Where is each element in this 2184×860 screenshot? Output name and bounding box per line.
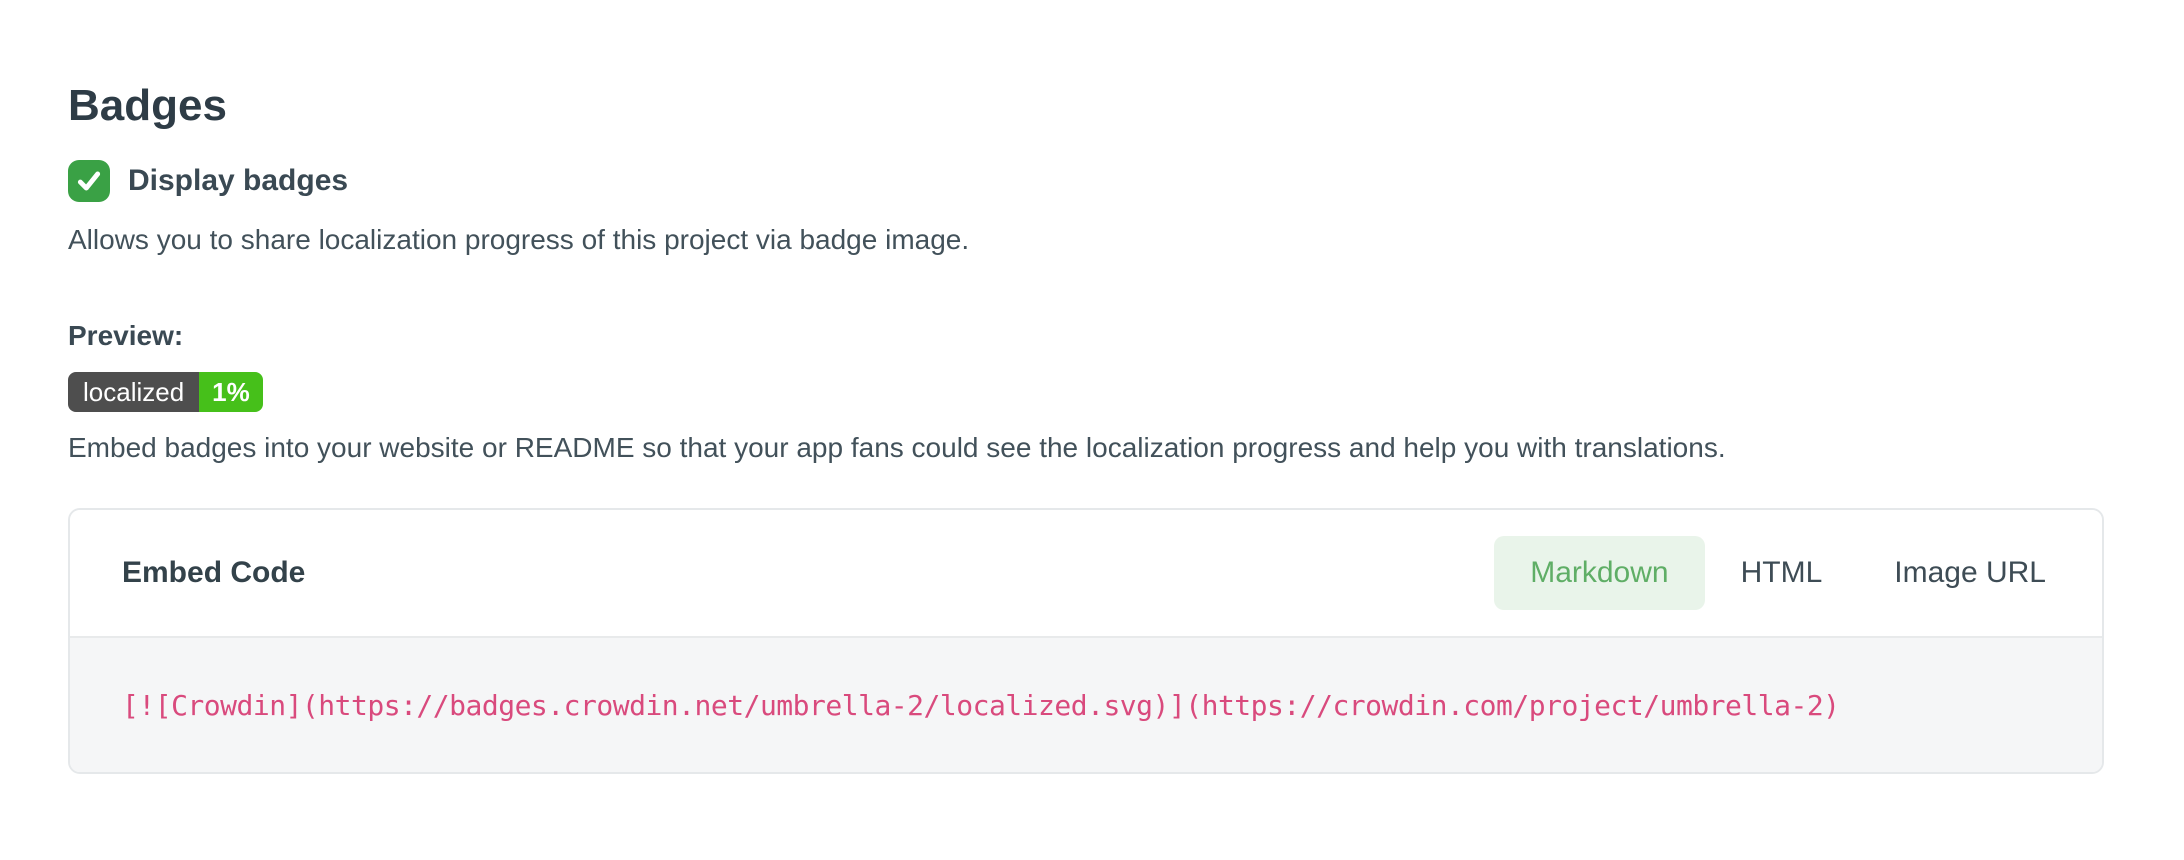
embed-code-body: [![Crowdin](https://badges.crowdin.net/u… bbox=[70, 636, 2102, 772]
tab-markdown[interactable]: Markdown bbox=[1494, 536, 1704, 610]
display-badges-row: Display badges bbox=[68, 160, 2184, 202]
badges-description: Allows you to share localization progres… bbox=[68, 220, 2184, 260]
embed-description: Embed badges into your website or README… bbox=[68, 428, 2184, 468]
embed-code-card-header: Embed Code Markdown HTML Image URL bbox=[70, 510, 2102, 636]
badges-settings-section: Badges Display badges Allows you to shar… bbox=[0, 0, 2184, 774]
tab-html[interactable]: HTML bbox=[1705, 536, 1859, 610]
display-badges-label[interactable]: Display badges bbox=[128, 164, 348, 198]
display-badges-checkbox[interactable] bbox=[68, 160, 110, 202]
localization-badge: localized 1% bbox=[68, 372, 263, 412]
embed-code-card: Embed Code Markdown HTML Image URL [![Cr… bbox=[68, 508, 2104, 774]
badge-value-segment: 1% bbox=[199, 372, 263, 412]
tab-image-url[interactable]: Image URL bbox=[1858, 536, 2082, 610]
embed-code-snippet[interactable]: [![Crowdin](https://badges.crowdin.net/u… bbox=[122, 689, 1840, 722]
embed-format-tabs: Markdown HTML Image URL bbox=[1494, 536, 2082, 610]
embed-code-title: Embed Code bbox=[122, 556, 305, 590]
section-title: Badges bbox=[68, 82, 2184, 130]
badge-label-segment: localized bbox=[68, 372, 199, 412]
preview-label: Preview: bbox=[68, 316, 2184, 356]
checkmark-icon bbox=[76, 168, 102, 194]
